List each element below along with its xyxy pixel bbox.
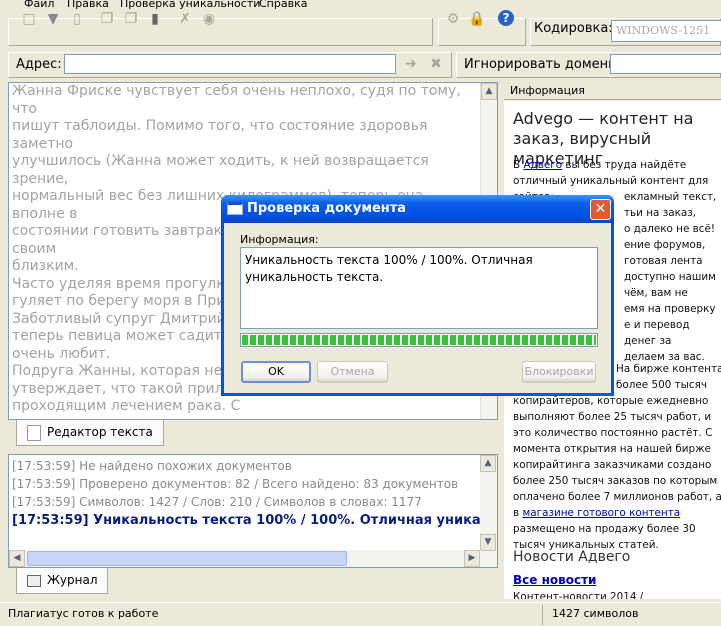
help-icon[interactable]: ? xyxy=(498,10,514,26)
clear-icon[interactable]: ✖ xyxy=(427,55,445,73)
journal-icon xyxy=(27,575,41,587)
dialog-title: Проверка документа xyxy=(247,201,407,216)
tab-journal[interactable]: Журнал xyxy=(16,568,108,594)
close-icon[interactable]: ✕ xyxy=(590,199,611,220)
all-news-link[interactable]: Все новости xyxy=(513,573,596,587)
plugin-icon[interactable]: ◉ xyxy=(200,10,218,28)
progress-bar xyxy=(240,333,598,347)
log-line: [17:53:59] Не найдено похожих документов xyxy=(12,459,292,473)
gear-icon[interactable]: ⚙ xyxy=(444,10,462,28)
menu-help[interactable]: Справка xyxy=(255,0,311,10)
info-fragments-2: На бирже контента более 500 тысяч xyxy=(616,361,721,393)
window-icon xyxy=(227,202,243,215)
info-text: В xyxy=(513,159,524,171)
info-text: копирайтеров, которые ежедневно выполняю… xyxy=(513,395,721,519)
dialog-info-label: Информация: xyxy=(240,233,319,246)
editor-tabstrip: Редактор текста xyxy=(8,420,498,450)
info-fragment: емя на проверку xyxy=(624,303,716,315)
status-text: Плагиатус готов к работе xyxy=(8,607,159,620)
info-fragment: тьи на заказ, xyxy=(624,207,697,219)
info-fragment: более 500 тысяч xyxy=(616,379,707,391)
log-uniqueness-result: [17:53:59] Уникальность текста 100% / 10… xyxy=(12,513,497,528)
ok-button[interactable]: OK xyxy=(241,361,311,383)
status-bar: Плагиатус готов к работе 1427 символов xyxy=(0,602,721,626)
log-line: [17:53:59] Проверено документов: 82 / Вс… xyxy=(12,477,459,491)
paste-icon[interactable]: ❐ xyxy=(122,10,140,28)
info-text: размещено на продажу более 30 тысяч уник… xyxy=(513,523,696,551)
scroll-left-icon[interactable]: ◀ xyxy=(9,550,25,567)
log-panel[interactable]: [17:53:59] Не найдено похожих документов… xyxy=(8,454,498,568)
lock-icon[interactable]: 🔒 xyxy=(468,10,486,28)
content-shop-link[interactable]: магазине готового контента xyxy=(522,507,680,519)
info-fragment: чём, вам не xyxy=(624,287,688,299)
log-line: [17:53:59] Символов: 1427 / Слов: 210 / … xyxy=(12,495,422,509)
info-fragment: На бирже контента xyxy=(616,363,721,375)
news-title: Новости Адвего xyxy=(513,549,631,565)
tab-text-editor-label: Редактор текста xyxy=(47,425,153,439)
blocks-button[interactable]: Блокировки xyxy=(522,361,596,383)
log-hscroll-thumb[interactable] xyxy=(27,551,347,566)
open-html-icon[interactable]: ▼ xyxy=(44,10,62,28)
info-fragment: ение форумов, xyxy=(624,239,706,251)
address-input[interactable] xyxy=(64,54,396,74)
copy-icon[interactable]: ❐ xyxy=(98,10,116,28)
new-document-icon[interactable]: □ xyxy=(20,10,38,28)
address-label: Адрес: xyxy=(16,57,62,72)
scroll-up-icon[interactable]: ▲ xyxy=(480,455,496,472)
info-fragment: о далеко не всё! xyxy=(624,223,716,235)
char-count: 1427 символов xyxy=(552,607,639,620)
encoding-input[interactable]: WINDOWS-1251 xyxy=(611,20,721,42)
tab-text-editor[interactable]: Редактор текста xyxy=(16,420,164,446)
menu-edit[interactable]: Правка xyxy=(63,0,113,10)
dialog-message: Уникальность текста 100% / 100%. Отлична… xyxy=(240,247,598,329)
status-divider xyxy=(542,605,543,625)
ignore-domains-label: Игнорировать домены: xyxy=(464,57,623,72)
advego-link[interactable]: Адвего xyxy=(523,159,562,171)
info-fragment: доступно нашим xyxy=(624,271,716,283)
news-item[interactable]: Контент-новости 2014 / xyxy=(513,589,721,599)
log-hscrollbar[interactable]: ◀ ▶ xyxy=(9,550,481,567)
log-vscrollbar[interactable]: ▲ ▼ xyxy=(480,455,497,567)
menu-file[interactable]: Файл xyxy=(20,0,58,10)
clipboard-icon[interactable]: ▮ xyxy=(146,10,164,28)
save-icon[interactable]: ▯ xyxy=(68,10,86,28)
info-paragraph-2: копирайтеров, которые ежедневно выполняю… xyxy=(513,393,721,553)
info-fragment: екламный текст, xyxy=(624,191,717,203)
check-tool-icon[interactable]: ✗ xyxy=(176,10,194,28)
scroll-up-icon[interactable]: ▲ xyxy=(481,83,497,100)
go-arrow-icon[interactable]: ➜ xyxy=(402,55,420,73)
info-fragment: е и перевод денег за xyxy=(624,319,690,347)
encoding-label: Кодировка: xyxy=(534,21,613,36)
check-document-dialog[interactable]: Проверка документа ✕ Информация: Уникаль… xyxy=(221,195,614,396)
progress-fill xyxy=(242,335,596,345)
scroll-down-icon[interactable]: ▼ xyxy=(480,534,496,551)
document-icon xyxy=(27,425,41,441)
ignore-domains-input[interactable] xyxy=(610,54,721,74)
info-fragments: екламный текст, тьи на заказ, о далеко н… xyxy=(624,189,721,365)
log-tabstrip: Журнал xyxy=(8,568,498,598)
info-panel-header: Информация xyxy=(504,82,721,100)
dialog-body: Информация: Уникальность текста 100% / 1… xyxy=(224,223,611,393)
info-fragment: готовая лента xyxy=(624,255,703,267)
tab-journal-label: Журнал xyxy=(47,573,98,587)
scroll-right-icon[interactable]: ▶ xyxy=(464,550,480,567)
cancel-button[interactable]: Отмена xyxy=(317,361,388,383)
menu-uniqueness[interactable]: Проверка уникальности xyxy=(116,0,264,10)
dialog-titlebar[interactable]: Проверка документа ✕ xyxy=(221,195,614,223)
